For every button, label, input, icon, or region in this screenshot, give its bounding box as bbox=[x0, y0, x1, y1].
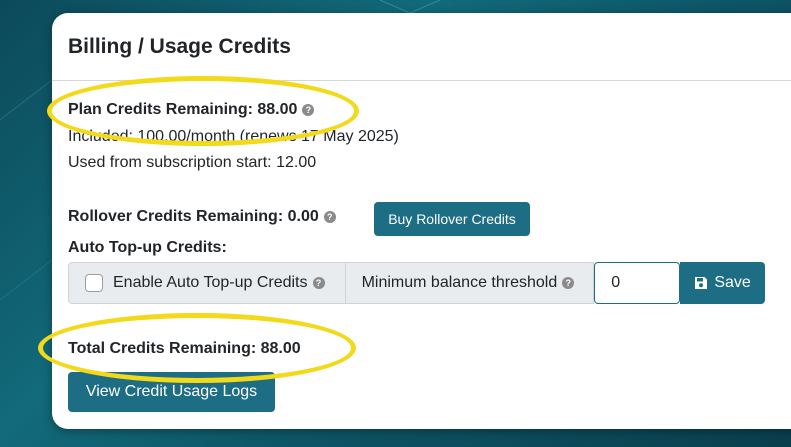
save-button[interactable]: Save bbox=[680, 262, 765, 304]
threshold-label-cell: Minimum balance threshold? bbox=[345, 262, 595, 304]
threshold-input-value: 0 bbox=[611, 274, 621, 291]
view-credit-usage-logs-button[interactable]: View Credit Usage Logs bbox=[68, 372, 275, 412]
help-icon[interactable]: ? bbox=[312, 277, 325, 289]
rollover-credits-remaining: Rollover Credits Remaining: 0.00? bbox=[68, 208, 336, 226]
enable-auto-topup-checkbox[interactable] bbox=[85, 274, 103, 292]
auto-topup-input-group: Enable Auto Top-up Credits? Minimum bala… bbox=[68, 262, 765, 304]
plan-credits-label: Plan Credits Remaining: 88.00 bbox=[68, 101, 298, 118]
plan-credits-remaining: Plan Credits Remaining: 88.00? bbox=[68, 101, 315, 119]
help-icon[interactable]: ? bbox=[562, 277, 575, 289]
floppy-disk-icon bbox=[695, 277, 708, 289]
auto-topup-heading: Auto Top-up Credits: bbox=[68, 239, 227, 256]
rollover-credits-label: Rollover Credits Remaining: 0.00 bbox=[68, 208, 319, 225]
plan-used-text: Used from subscription start: 12.00 bbox=[68, 154, 317, 171]
save-button-label: Save bbox=[714, 274, 751, 291]
help-icon[interactable]: ? bbox=[323, 210, 336, 223]
enable-auto-topup-label: Enable Auto Top-up Credits bbox=[113, 274, 308, 291]
buy-rollover-credits-button[interactable]: Buy Rollover Credits bbox=[374, 202, 530, 236]
threshold-label: Minimum balance threshold bbox=[361, 274, 558, 291]
total-credits-remaining: Total Credits Remaining: 88.00 bbox=[68, 340, 301, 357]
enable-auto-topup-cell[interactable]: Enable Auto Top-up Credits? bbox=[68, 262, 346, 304]
plan-included-text: Included: 100.00/month (renews 17 May 20… bbox=[68, 128, 399, 145]
billing-card: Billing / Usage Credits Plan Credits Rem… bbox=[52, 13, 791, 429]
help-icon[interactable]: ? bbox=[302, 103, 315, 116]
threshold-input[interactable]: 0 bbox=[594, 262, 681, 304]
card-header: Billing / Usage Credits bbox=[52, 13, 791, 81]
page-title: Billing / Usage Credits bbox=[68, 34, 291, 58]
